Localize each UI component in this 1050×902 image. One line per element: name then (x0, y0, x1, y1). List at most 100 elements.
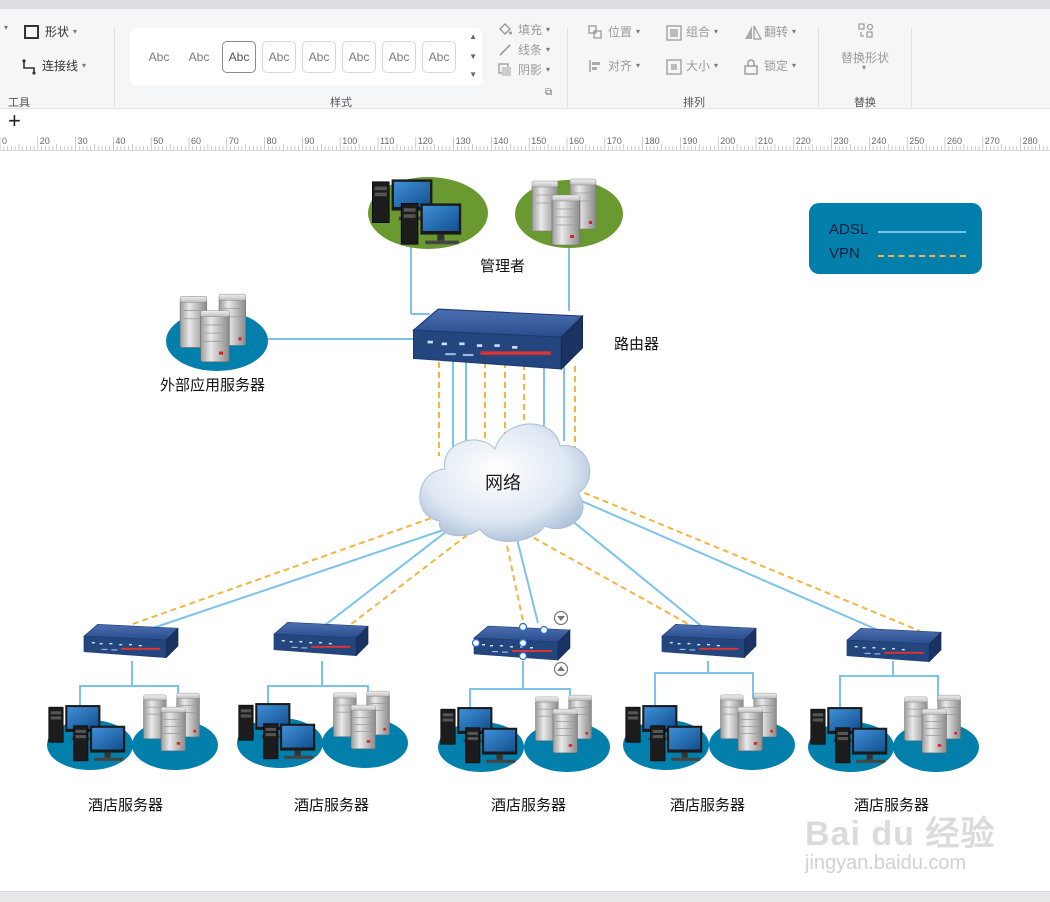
ruler-tick-label: 30 (78, 136, 88, 146)
group-label: 组合 (686, 25, 711, 39)
ruler-tick-label: 230 (834, 136, 849, 146)
align-button[interactable]: 对齐 ▾ (588, 57, 640, 74)
gallery-expand-icon[interactable]: ▼ (469, 70, 477, 79)
horizontal-ruler: 0 20 30 40 50 60 70 80 90 100 110 120 130 140 150 160 17… (0, 133, 1050, 151)
replace-shape-icon (858, 23, 874, 39)
style-swatch[interactable]: Abc (142, 41, 176, 73)
hotel-switch-icon (83, 623, 179, 659)
ribbon-divider (911, 27, 912, 107)
style-swatch[interactable]: Abc (422, 41, 456, 73)
size-label: 大小 (686, 59, 711, 73)
lan-link (79, 661, 133, 706)
group-button[interactable]: 组合 ▾ (666, 23, 718, 41)
lock-icon (744, 58, 758, 75)
style-swatch-selected[interactable]: Abc (222, 41, 256, 73)
adsl-link (559, 510, 706, 630)
ruler-tick-label: 90 (304, 136, 314, 146)
lan-link (839, 661, 894, 709)
lan-connections (79, 661, 939, 709)
position-button[interactable]: 位置 ▾ (588, 23, 640, 40)
align-icon (588, 59, 602, 73)
ruler-tick-label: 0 (2, 136, 7, 146)
ruler-tick-label: 250 (909, 136, 924, 146)
connector-label: 连接线 (42, 59, 79, 73)
gallery-up-arrow-icon[interactable]: ▲ (469, 32, 477, 41)
legend-adsl-label: ADSL (829, 221, 869, 238)
ribbon-divider (567, 27, 568, 107)
style-swatch[interactable]: Abc (302, 41, 336, 73)
align-label: 对齐 (608, 59, 633, 73)
page-toolbar: + (0, 109, 1050, 134)
ruler-tick-label: 190 (682, 136, 697, 146)
ruler-tick-label: 70 (229, 136, 239, 146)
fill-button[interactable]: 填充 ▾ (498, 21, 550, 38)
pen-line-icon (498, 43, 512, 57)
connector-icon (22, 58, 36, 75)
replace-shape-caret-icon[interactable]: ▾ (862, 63, 866, 72)
line-button[interactable]: 线条 ▾ (498, 41, 550, 58)
cloud-label[interactable]: 网络 (485, 469, 521, 495)
hotel-group-2 (237, 690, 408, 768)
shape-label: 形状 (45, 25, 70, 39)
vpn-link (524, 532, 691, 626)
hotel-server-label[interactable]: 酒店服务器 (670, 794, 745, 815)
fill-label: 填充 (518, 23, 543, 37)
ruler-tick-label: 150 (531, 136, 546, 146)
shape-button[interactable]: 形状 ▾ (24, 23, 77, 40)
admin-label[interactable]: 管理者 (480, 255, 525, 276)
lan-link (267, 661, 323, 706)
add-page-plus-icon[interactable]: + (8, 109, 21, 133)
ruler-tick-label: 80 (267, 136, 277, 146)
adsl-link (319, 520, 461, 630)
vpn-link (574, 488, 921, 632)
size-icon (666, 58, 682, 75)
hotel-switch-icon (273, 621, 369, 657)
gallery-down-arrow-icon[interactable]: ▼ (469, 52, 477, 61)
status-bar (0, 891, 1050, 902)
size-button[interactable]: 大小 ▾ (666, 57, 718, 75)
flip-button[interactable]: 翻转 ▾ (744, 23, 796, 40)
ruler-tick-label: 180 (645, 136, 660, 146)
ruler-tick-label: 200 (720, 136, 735, 146)
hotel-server-label[interactable]: 酒店服务器 (88, 794, 163, 815)
line-label: 线条 (518, 43, 543, 57)
hotel-switch-icon (846, 627, 942, 663)
replace-group-label: 替换 (854, 97, 876, 109)
router-label[interactable]: 路由器 (614, 333, 659, 354)
hotel-switch-icon (661, 623, 757, 659)
adsl-link (569, 495, 881, 632)
ruler-tick-label: 260 (947, 136, 962, 146)
shadow-label: 阴影 (518, 63, 543, 77)
style-swatch[interactable]: Abc (262, 41, 296, 73)
ruler-tick-label: 60 (191, 136, 201, 146)
connector-button[interactable]: 连接线 ▾ (22, 57, 86, 75)
style-swatch[interactable]: Abc (342, 41, 376, 73)
lock-button[interactable]: 锁定 ▾ (744, 57, 796, 75)
hotel-group-5 (808, 694, 979, 772)
lan-link (654, 661, 709, 706)
external-server-label[interactable]: 外部应用服务器 (160, 374, 265, 395)
style-dialog-launcher-icon[interactable]: ⧉ (545, 87, 552, 98)
watermark-line1: Bai du 经验 (805, 815, 996, 853)
ruler-ticks: 0 20 30 40 50 60 70 80 90 100 110 120 130 140 150 160 17… (0, 136, 1048, 150)
hotel-server-label[interactable]: 酒店服务器 (491, 794, 566, 815)
style-swatch[interactable]: Abc (382, 41, 416, 73)
ruler-tick-label: 280 (1023, 136, 1038, 146)
hotel-server-label[interactable]: 酒店服务器 (294, 794, 369, 815)
lock-label: 锁定 (764, 59, 789, 73)
ruler-tick-label: 40 (115, 136, 125, 146)
arrange-group-label: 排列 (683, 97, 705, 109)
ruler-tick-label: 220 (796, 136, 811, 146)
legend-box[interactable]: ADSL VPN (809, 203, 982, 274)
legend-adsl-line (878, 231, 966, 233)
flip-label: 翻转 (764, 25, 789, 39)
vpn-link (129, 514, 441, 626)
group-icon (666, 24, 682, 41)
style-swatch[interactable]: Abc (182, 41, 216, 73)
legend-vpn-label: VPN (829, 245, 860, 262)
ruler-tick-label: 270 (985, 136, 1000, 146)
shadow-button[interactable]: 阴影 ▾ (498, 61, 550, 78)
tools-left-caret[interactable]: ▾ (0, 23, 8, 32)
ruler-tick-label: 160 (569, 136, 584, 146)
hotel-group-4 (623, 692, 795, 770)
